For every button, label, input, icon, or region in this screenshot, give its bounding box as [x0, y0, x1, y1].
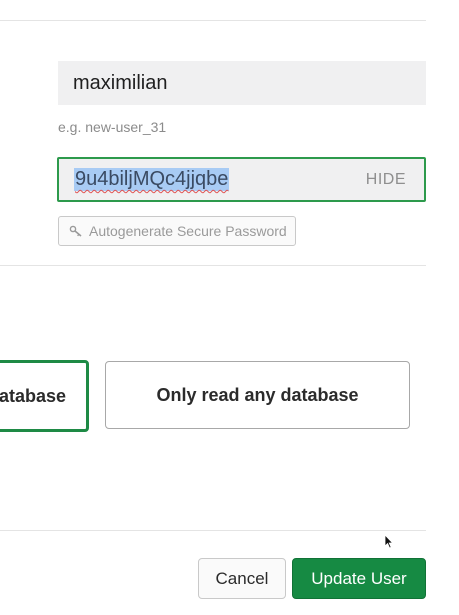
role-option-selected-label: atabase — [0, 385, 66, 406]
section-divider — [0, 265, 426, 266]
autogenerate-label: Autogenerate Secure Password — [89, 223, 287, 239]
update-user-button[interactable]: Update User — [292, 558, 426, 599]
username-value: maximilian — [73, 71, 168, 94]
role-option-selected[interactable]: atabase — [0, 360, 89, 432]
hide-password-toggle[interactable]: HIDE — [366, 171, 406, 189]
autogenerate-password-button[interactable]: Autogenerate Secure Password — [58, 216, 296, 246]
top-divider — [0, 20, 426, 21]
key-icon — [69, 225, 82, 237]
cancel-button[interactable]: Cancel — [198, 558, 286, 599]
role-option-read-any-database[interactable]: Only read any database — [105, 361, 410, 429]
mouse-cursor-icon — [384, 534, 394, 549]
footer-divider — [0, 530, 426, 531]
username-hint: e.g. new-user_31 — [58, 119, 167, 135]
password-value: 9u4biljMQc4jjqbe — [74, 168, 230, 191]
edit-user-dialog: maximilian e.g. new-user_31 9u4biljMQc4j… — [0, 0, 459, 615]
password-input[interactable]: 9u4biljMQc4jjqbe HIDE — [57, 157, 426, 202]
username-input[interactable]: maximilian — [58, 61, 426, 105]
role-option-read-any-database-label: Only read any database — [156, 384, 359, 405]
